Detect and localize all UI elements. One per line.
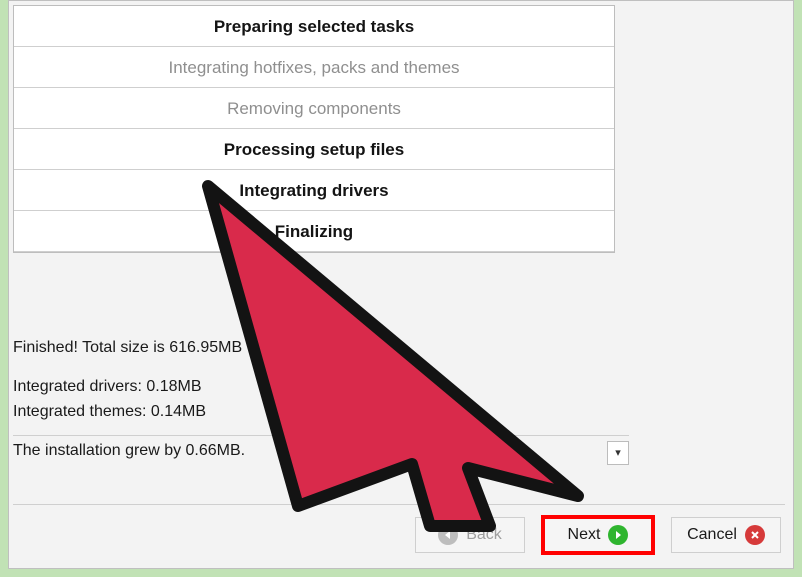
task-row: Removing components [14, 88, 614, 129]
status-themes: Integrated themes: 0.14MB [13, 400, 613, 423]
task-row: Integrating hotfixes, packs and themes [14, 47, 614, 88]
back-button-label: Back [466, 526, 502, 544]
divider [13, 435, 629, 436]
close-icon [745, 525, 765, 545]
status-drivers: Integrated drivers: 0.18MB [13, 375, 613, 398]
task-row: Preparing selected tasks [14, 6, 614, 47]
next-button[interactable]: Next [543, 517, 653, 553]
task-row: Integrating drivers [14, 170, 614, 211]
status-area: Finished! Total size is 616.95MB Integra… [9, 336, 613, 464]
wizard-button-bar: Back Next Cancel [13, 504, 785, 558]
arrow-left-icon [438, 525, 458, 545]
wizard-window: Preparing selected tasks Integrating hot… [8, 0, 794, 569]
task-row: Processing setup files [14, 129, 614, 170]
cancel-button[interactable]: Cancel [671, 517, 781, 553]
task-row: Finalizing [14, 211, 614, 252]
chevron-down-icon: ▾ [615, 447, 621, 459]
log-dropdown-button[interactable]: ▾ [607, 441, 629, 465]
cancel-button-label: Cancel [687, 526, 737, 544]
back-button[interactable]: Back [415, 517, 525, 553]
next-button-label: Next [568, 526, 601, 544]
arrow-right-icon [608, 525, 628, 545]
status-finished: Finished! Total size is 616.95MB [13, 336, 613, 359]
status-grew: The installation grew by 0.66MB. [13, 439, 613, 462]
task-list: Preparing selected tasks Integrating hot… [13, 5, 615, 253]
